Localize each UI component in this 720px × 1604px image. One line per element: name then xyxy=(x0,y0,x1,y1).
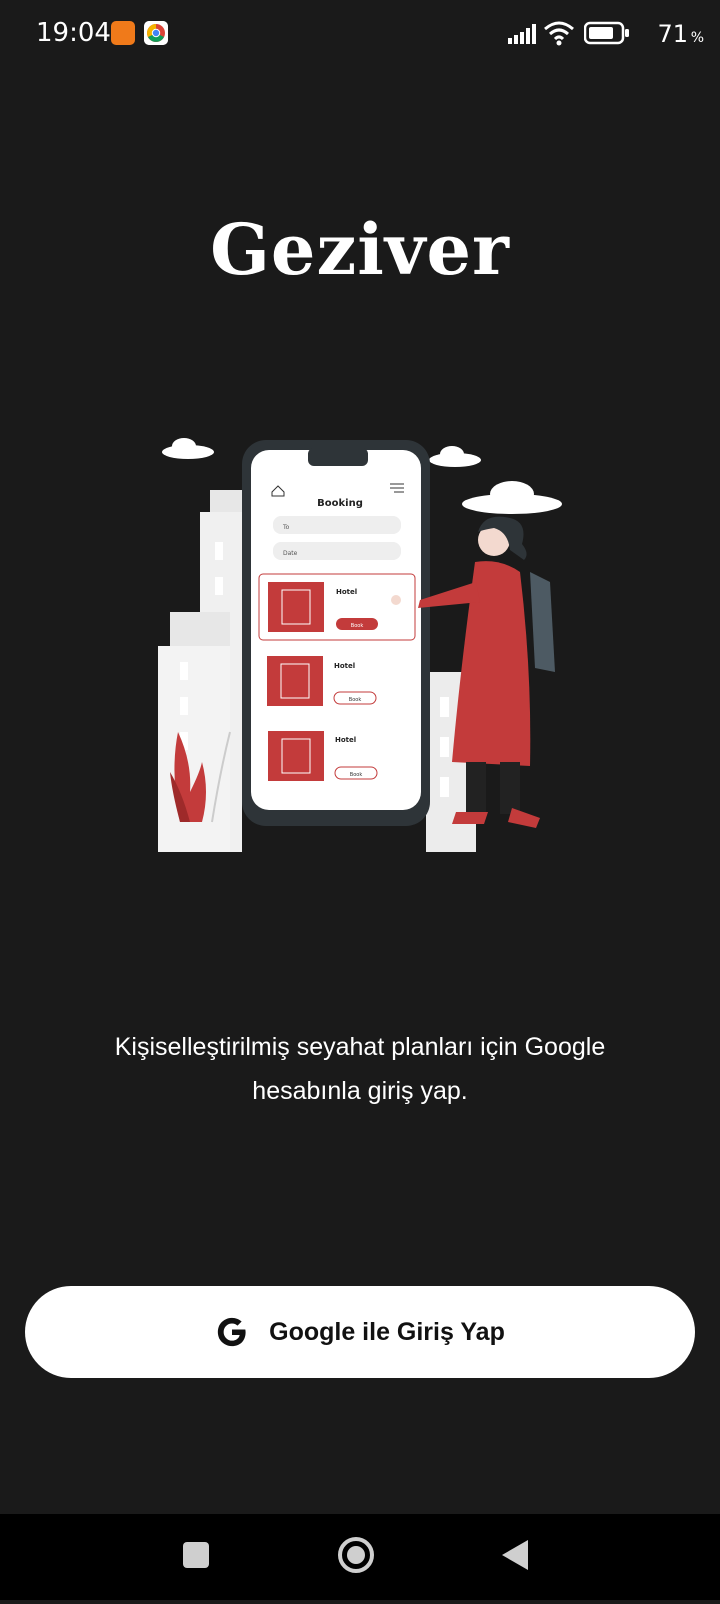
app-title: Geziver xyxy=(210,208,510,291)
book-label-1: Book xyxy=(351,623,364,629)
date-label: Date xyxy=(283,550,298,557)
battery-icon xyxy=(584,21,629,45)
home-button[interactable] xyxy=(316,1514,396,1600)
book-label-2: Book xyxy=(349,697,362,703)
google-sign-in-button[interactable]: Google ile Giriş Yap xyxy=(25,1286,695,1378)
signal-icon xyxy=(508,24,536,44)
status-bar: 19:04 71 % xyxy=(0,0,720,68)
hotel-label-1: Hotel xyxy=(336,588,357,596)
booking-heading: Booking xyxy=(317,498,363,509)
recents-button[interactable] xyxy=(156,1514,236,1600)
home-icon xyxy=(338,1537,374,1573)
back-button[interactable] xyxy=(476,1514,556,1600)
battery-unit: % xyxy=(690,30,704,46)
book-label-3: Book xyxy=(350,772,363,778)
back-icon xyxy=(502,1540,528,1570)
hotel-label-3: Hotel xyxy=(335,736,356,744)
recents-icon xyxy=(183,1542,209,1568)
chrome-icon xyxy=(144,21,168,45)
gallery-app-icon xyxy=(111,21,135,45)
hotel-label-2: Hotel xyxy=(334,662,355,670)
battery-level: 71 xyxy=(657,20,688,48)
google-g-icon xyxy=(217,1317,246,1347)
booking-illustration: Booking To Date Hotel Book Hotel Book Ho… xyxy=(158,438,562,852)
status-time: 19:04 xyxy=(36,18,111,48)
to-label: To xyxy=(282,524,290,531)
tagline: Kişiselleştirilmiş seyahat planları için… xyxy=(114,1033,606,1105)
navigation-bar xyxy=(0,1514,720,1600)
wifi-icon xyxy=(544,21,574,46)
google-sign-in-label: Google ile Giriş Yap xyxy=(269,1317,505,1346)
